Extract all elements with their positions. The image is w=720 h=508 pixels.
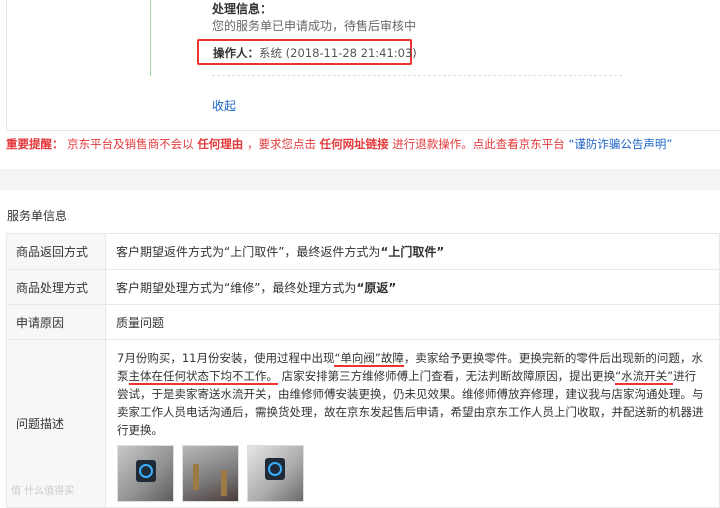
process-method-value: 客户期望处理方式为“维修”，最终处理方式为“原返”: [105, 269, 720, 305]
display-icon: [136, 460, 156, 482]
table-row: 申请原因 质量问题: [6, 304, 720, 340]
section-title: 服务单信息: [7, 209, 68, 223]
divider: [212, 75, 622, 76]
process-section: 处理信息： 您的服务单已申请成功，待售后审核中 操作人：系统 (2018-11-…: [0, 0, 720, 168]
operator-box: 操作人：系统 (2018-11-28 21:41:03): [197, 39, 417, 65]
process-method-text: 客户期望处理方式为“维修”，最终处理方式为: [116, 280, 357, 295]
watermark: 值 什么值得买: [11, 486, 75, 497]
photo-list: [107, 439, 718, 502]
table-row: 问题描述 7月份购买，11月份安装，使用过程中出现“单向阀”故障，卖家给予更换零…: [6, 339, 720, 508]
anti-fraud-link[interactable]: “谨防诈骗公告声明”: [568, 137, 672, 151]
service-info-table: 商品返回方式 客户期望返件方式为“上门取件”，最终返件方式为“上门取件” 商品处…: [6, 233, 720, 508]
return-method-value: 客户期望返件方式为“上门取件”，最终返件方式为“上门取件”: [105, 233, 720, 270]
process-status: 您的服务单已申请成功，待售后审核中: [212, 19, 417, 33]
pipe-icon: [221, 470, 227, 496]
security-warning: 重要提醒： 京东平台及销售商不会以 任何理由 ，要求您点击 任何网址链接 进行退…: [6, 136, 672, 152]
photo-thumbnail[interactable]: [117, 445, 174, 502]
timeline-line: [150, 0, 151, 76]
warning-emphasis-1: 任何理由: [197, 137, 244, 151]
return-method-label: 商品返回方式: [6, 233, 106, 270]
desc-part-3: 店家安排第三方维修师傅上门查看，无法判断故障原因，提出更换: [281, 369, 616, 383]
process-title: 处理信息：: [212, 2, 273, 16]
return-method-final: “上门取件”: [380, 245, 445, 259]
collapse-link[interactable]: 收起: [212, 97, 236, 114]
warning-label: 重要提醒：: [6, 137, 64, 151]
photo-thumbnail[interactable]: [182, 445, 239, 502]
operator-value: 系统 (2018-11-28 21:41:03): [259, 46, 417, 60]
photo-thumbnail[interactable]: [247, 445, 304, 502]
section-gap: [0, 169, 720, 190]
reason-label: 申请原因: [6, 304, 106, 340]
description-cell: 7月份购买，11月份安装，使用过程中出现“单向阀”故障，卖家给予更换零件。更换完…: [105, 339, 720, 508]
desc-highlight-switch: “水流开关”: [615, 369, 674, 385]
table-row: 商品处理方式 客户期望处理方式为“维修”，最终处理方式为“原返”: [6, 269, 720, 305]
desc-part-1: 7月份购买，11月份安装，使用过程中出现: [117, 351, 335, 365]
process-method-label: 商品处理方式: [6, 269, 106, 305]
pipe-icon: [193, 464, 199, 490]
display-icon: [265, 458, 285, 480]
warning-text-3: 进行退款操作。点此查看京东平台: [392, 137, 565, 151]
warning-text-2: ，要求您点击: [246, 137, 316, 151]
reason-value: 质量问题: [105, 304, 720, 340]
warning-text-1: 京东平台及销售商不会以: [67, 137, 194, 151]
return-method-text: 客户期望返件方式为“上门取件”，最终返件方式为: [116, 245, 381, 259]
process-method-final: “原返”: [356, 280, 397, 295]
description-text: 7月份购买，11月份安装，使用过程中出现“单向阀”故障，卖家给予更换零件。更换完…: [107, 341, 718, 439]
warning-emphasis-2: 任何网址链接: [319, 137, 389, 151]
table-row: 商品返回方式 客户期望返件方式为“上门取件”，最终返件方式为“上门取件”: [6, 233, 720, 270]
operator-label: 操作人：: [213, 46, 259, 60]
desc-highlight-valve: “单向阀”故障: [334, 351, 404, 367]
desc-highlight-pump: 主体在任何状态下均不工作。: [128, 369, 278, 385]
